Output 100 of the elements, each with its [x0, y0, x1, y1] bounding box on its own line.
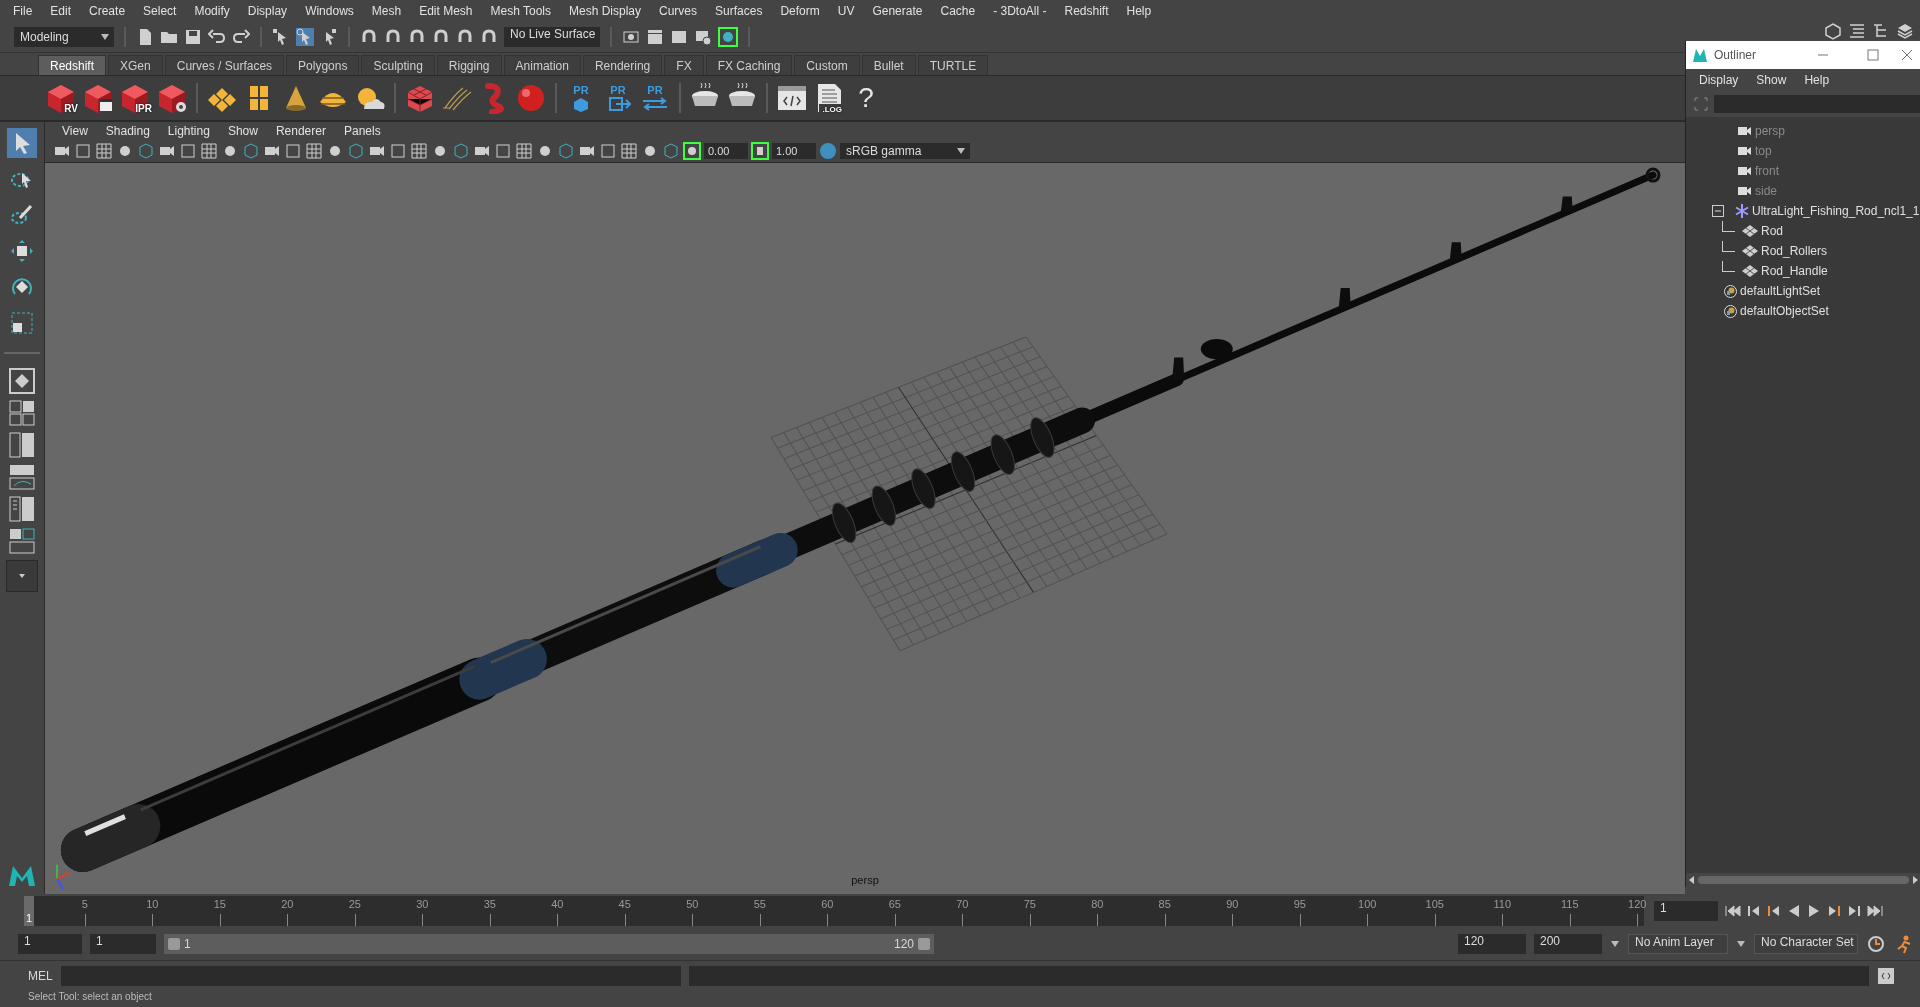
shelf-tab[interactable]: XGen	[108, 55, 163, 75]
grid-icon[interactable]	[620, 142, 638, 160]
four-view-layout-icon[interactable]	[9, 400, 35, 426]
outliner-item[interactable]: UltraLight_Fishing_Rod_ncl1_1	[1686, 201, 1920, 221]
exposure-field[interactable]: 0.00	[704, 143, 748, 159]
menu-item[interactable]: Show	[1747, 73, 1796, 87]
command-input-field[interactable]	[60, 966, 681, 986]
sphere-icon[interactable]	[515, 82, 547, 114]
scroll-left-icon[interactable]	[1688, 876, 1696, 884]
list-icon[interactable]	[1848, 22, 1866, 40]
expand-toggle[interactable]	[1712, 205, 1724, 217]
current-frame-field[interactable]: 1	[1654, 901, 1718, 921]
menu-item[interactable]: Generate	[863, 4, 932, 18]
step-forward-icon[interactable]	[1846, 904, 1862, 918]
save-icon[interactable]	[184, 28, 202, 46]
menu-item[interactable]: Edit	[41, 4, 81, 18]
panel-menu-item[interactable]: Lighting	[158, 124, 219, 138]
shelf-button[interactable]: .LOG	[812, 79, 846, 117]
skip-to-start-icon[interactable]	[1724, 904, 1742, 918]
color-management-icon[interactable]	[819, 142, 837, 160]
move-icon[interactable]	[10, 239, 34, 263]
menu-item[interactable]: Deform	[771, 4, 829, 18]
grid-icon[interactable]	[95, 142, 113, 160]
gamma-field[interactable]: 1.00	[772, 143, 816, 159]
anim-layer-dropdown[interactable]: No Anim Layer	[1628, 934, 1728, 954]
dropdown-icon[interactable]	[17, 572, 27, 580]
square-icon[interactable]	[74, 142, 92, 160]
panel-menu-item[interactable]: Shading	[96, 124, 159, 138]
square-icon[interactable]	[179, 142, 197, 160]
key-forward-icon[interactable]	[1826, 904, 1842, 918]
layers-icon[interactable]	[1896, 22, 1914, 40]
shelf-tab[interactable]: Custom	[794, 55, 860, 75]
shelf-tab[interactable]: Polygons	[286, 55, 360, 75]
menu-item[interactable]: Edit Mesh	[410, 4, 482, 18]
shelf-button[interactable]: IPR	[118, 79, 152, 117]
skip-to-end-icon[interactable]	[1866, 904, 1884, 918]
step-back-icon[interactable]	[1746, 904, 1762, 918]
menu-item[interactable]: Cache	[931, 4, 985, 18]
range-slider[interactable]: 1 120	[164, 934, 934, 954]
cube-clapper-icon[interactable]	[82, 82, 114, 114]
grid-icon[interactable]	[515, 142, 533, 160]
redo-icon[interactable]	[232, 28, 250, 46]
menu-item[interactable]: - 3DtoAll -	[984, 4, 1056, 18]
caret-icon[interactable]	[1610, 940, 1620, 948]
shelf-tab[interactable]: FX Caching	[705, 55, 793, 75]
menu-item[interactable]: Redshift	[1055, 4, 1118, 18]
shelf-button[interactable]: PR	[564, 79, 598, 117]
menu-item[interactable]: Create	[80, 4, 135, 18]
menu-item[interactable]: Mesh	[362, 4, 411, 18]
menu-item[interactable]: Help	[1795, 73, 1839, 87]
time-slider[interactable]: 5 10 15 20 25 30 35 40 45 50 55 60 65 70 75 80 85 90 95 100 105 110 115 120 1	[24, 896, 1644, 926]
menu-item[interactable]: UV	[828, 4, 864, 18]
current-frame-marker[interactable]: 1	[24, 896, 34, 926]
help-button[interactable]: ?	[849, 79, 883, 117]
panel-menu-item[interactable]: Show	[218, 124, 267, 138]
command-language-label[interactable]: MEL	[28, 969, 53, 983]
menu-item[interactable]: File	[4, 4, 42, 18]
menu-item[interactable]: Select	[134, 4, 186, 18]
undo-icon[interactable]	[208, 28, 226, 46]
panel-menu-item[interactable]: View	[53, 124, 97, 138]
character-set-dropdown[interactable]: No Character Set	[1754, 934, 1858, 954]
shelf-button[interactable]: PR	[601, 79, 635, 117]
key-back-icon[interactable]	[1766, 904, 1782, 918]
render-settings-icon[interactable]	[622, 28, 640, 46]
node-layout-icon[interactable]	[9, 528, 35, 554]
shelf-tab[interactable]: FX	[664, 55, 704, 75]
auto-key-icon[interactable]	[1866, 934, 1886, 954]
scrollbar-thumb[interactable]	[1698, 876, 1909, 884]
hypershade-icon[interactable]	[718, 27, 738, 47]
playback-start-field[interactable]: 1	[90, 934, 156, 954]
shelf-button[interactable]: PR	[638, 79, 672, 117]
panel-menu-item[interactable]: Renderer	[266, 124, 335, 138]
outliner-item[interactable]: defaultLightSet	[1686, 281, 1920, 301]
single-view-layout-icon[interactable]	[9, 368, 35, 394]
exposure-icon[interactable]	[683, 142, 701, 160]
clapper-icon[interactable]	[646, 28, 664, 46]
shelf-tab[interactable]: TURTLE	[917, 55, 989, 75]
cube-gear-icon[interactable]	[156, 82, 188, 114]
caret-icon[interactable]	[100, 33, 110, 41]
menu-item[interactable]: Help	[1117, 4, 1161, 18]
square-icon[interactable]	[284, 142, 302, 160]
menu-set-dropdown[interactable]: Modeling	[14, 27, 114, 47]
shelf-tab[interactable]: Curves / Surfaces	[164, 55, 285, 75]
outliner-item[interactable]: Rod_Handle	[1686, 261, 1920, 281]
live-surface-field[interactable]: No Live Surface	[504, 27, 600, 47]
color-space-dropdown[interactable]: sRGB gamma	[840, 143, 970, 159]
menu-item[interactable]: Modify	[185, 4, 239, 18]
caret-icon[interactable]	[1736, 940, 1746, 948]
start-frame-field[interactable]: 1	[18, 934, 82, 954]
scale-icon[interactable]	[10, 311, 34, 335]
scroll-right-icon[interactable]	[1911, 876, 1919, 884]
shelf-tab[interactable]: Sculpting	[361, 55, 435, 75]
gamma-icon[interactable]	[751, 142, 769, 160]
grid-icon[interactable]	[305, 142, 323, 160]
paint-select-icon[interactable]	[10, 203, 34, 227]
outliner-item[interactable]: Rod_Rollers	[1686, 241, 1920, 261]
shelf-tab[interactable]: Rigging	[436, 55, 502, 75]
menu-item[interactable]: Mesh Tools	[481, 4, 560, 18]
menu-item[interactable]: Windows	[296, 4, 363, 18]
close-icon[interactable]	[1901, 49, 1913, 61]
